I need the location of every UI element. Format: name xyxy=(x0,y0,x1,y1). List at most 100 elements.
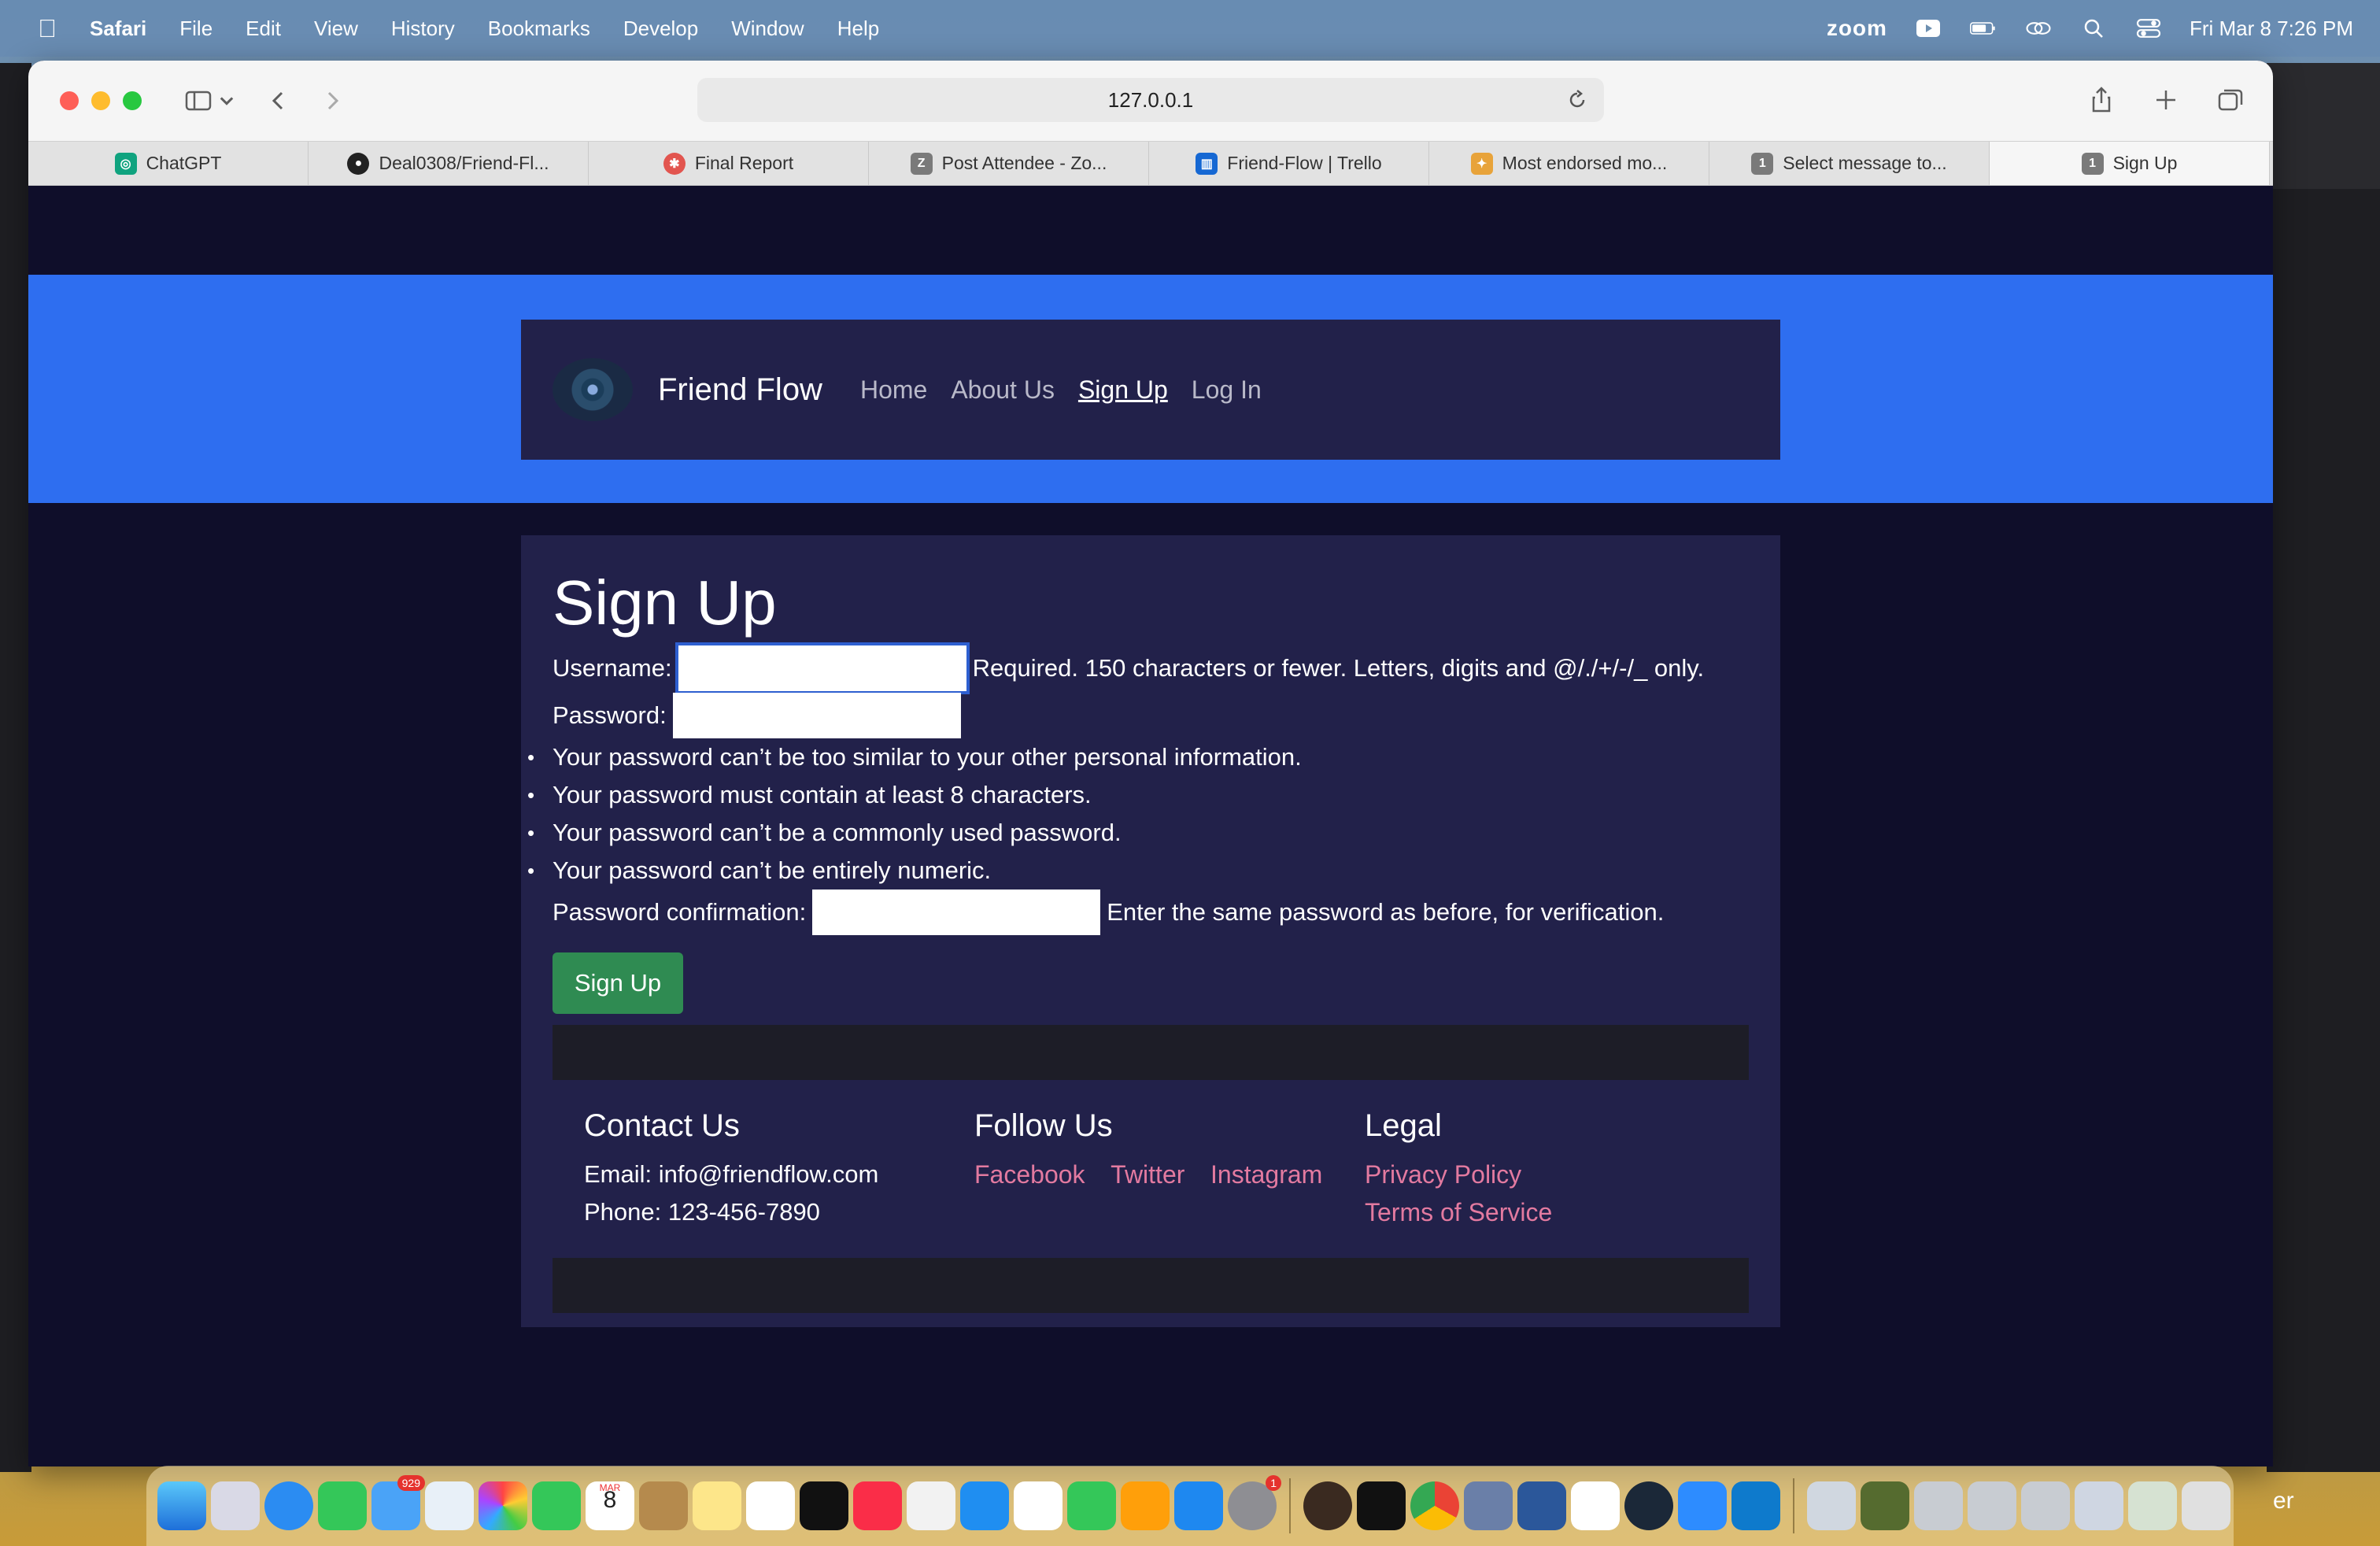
facetime-icon[interactable] xyxy=(532,1481,581,1530)
facebook-link[interactable]: Facebook xyxy=(974,1160,1085,1189)
password-rules-list: Your password can’t be too similar to yo… xyxy=(552,738,1302,890)
nav-sign-up[interactable]: Sign Up xyxy=(1078,375,1168,405)
zoom-app-icon[interactable] xyxy=(1678,1481,1727,1530)
back-icon[interactable] xyxy=(260,82,298,120)
minimize-window-button[interactable] xyxy=(91,91,110,110)
terms-of-service-link[interactable]: Terms of Service xyxy=(1365,1193,1755,1231)
maps-icon[interactable] xyxy=(425,1481,474,1530)
instagram-link[interactable]: Instagram xyxy=(1210,1160,1322,1189)
nav-home[interactable]: Home xyxy=(860,375,927,405)
privacy-policy-link[interactable]: Privacy Policy xyxy=(1365,1156,1755,1193)
preview-icon[interactable] xyxy=(1464,1481,1513,1530)
play-icon[interactable] xyxy=(1571,1481,1620,1530)
apple-tv-icon[interactable] xyxy=(800,1481,848,1530)
github-icon: ● xyxy=(347,152,370,175)
recent-item-icon[interactable] xyxy=(1914,1481,1963,1530)
screen-share-icon[interactable] xyxy=(1914,18,1942,39)
control-center-icon[interactable] xyxy=(2134,18,2163,39)
tab-zoom-attendee[interactable]: Z Post Attendee - Zo... xyxy=(869,142,1149,185)
zoom-status[interactable]: zoom xyxy=(1827,16,1887,41)
tab-select-message[interactable]: 1 Select message to... xyxy=(1709,142,1990,185)
launchpad-icon[interactable] xyxy=(211,1481,260,1530)
share-icon[interactable] xyxy=(2082,81,2120,119)
finder-icon[interactable] xyxy=(157,1481,206,1530)
footer-contact-title: Contact Us xyxy=(584,1108,740,1143)
mail-icon[interactable]: 929 xyxy=(371,1475,425,1530)
freeform-icon[interactable] xyxy=(746,1481,795,1530)
sidebar-toggle-icon[interactable] xyxy=(179,82,217,120)
confirm-help: Enter the same password as before, for v… xyxy=(1107,898,1665,926)
menu-edit[interactable]: Edit xyxy=(246,17,281,41)
safari-icon[interactable] xyxy=(264,1481,313,1530)
chrome-icon[interactable] xyxy=(1410,1481,1459,1530)
nav-log-in[interactable]: Log In xyxy=(1192,375,1262,405)
word-icon[interactable] xyxy=(1517,1481,1566,1530)
tab-most-endorsed[interactable]: ✦ Most endorsed mo... xyxy=(1429,142,1709,185)
username-input[interactable] xyxy=(674,642,970,694)
footer-legal-title: Legal xyxy=(1365,1108,1442,1143)
pages-icon[interactable] xyxy=(1121,1481,1170,1530)
news-icon[interactable] xyxy=(907,1481,955,1530)
menu-file[interactable]: File xyxy=(179,17,213,41)
nav-about-us[interactable]: About Us xyxy=(951,375,1055,405)
safari-window: 127.0.0.1 ◎ ChatGPT ● Deal0308/Friend-Fl… xyxy=(28,61,2273,1466)
tab-overview-icon[interactable] xyxy=(2212,81,2249,119)
recent-item-icon[interactable] xyxy=(1968,1481,2016,1530)
tab-trello[interactable]: ▥ Friend-Flow | Trello xyxy=(1149,142,1429,185)
downloads-stack-icon[interactable] xyxy=(1807,1481,1856,1530)
footer-top-strip xyxy=(552,1025,1749,1080)
menu-window[interactable]: Window xyxy=(731,17,804,41)
address-bar[interactable]: 127.0.0.1 xyxy=(697,78,1604,122)
close-window-button[interactable] xyxy=(60,91,79,110)
menu-view[interactable]: View xyxy=(314,17,358,41)
trash-icon[interactable] xyxy=(2182,1481,2230,1530)
steam-icon[interactable] xyxy=(1624,1481,1673,1530)
tab-sign-up[interactable]: 1 Sign Up xyxy=(1990,142,2270,185)
vscode-icon[interactable] xyxy=(1731,1481,1780,1530)
password-input[interactable] xyxy=(672,693,961,738)
app-store-icon[interactable] xyxy=(1174,1481,1223,1530)
menu-history[interactable]: History xyxy=(391,17,455,41)
footer-bottom-strip xyxy=(552,1258,1749,1313)
recent-item-icon[interactable] xyxy=(2128,1481,2177,1530)
menu-clock[interactable]: Fri Mar 8 7:26 PM xyxy=(2190,17,2353,41)
twitter-link[interactable]: Twitter xyxy=(1111,1160,1184,1189)
forward-icon[interactable] xyxy=(313,82,351,120)
reminders-icon[interactable] xyxy=(1014,1481,1062,1530)
contacts-icon[interactable] xyxy=(639,1481,688,1530)
tab-final-report[interactable]: ✱ Final Report xyxy=(589,142,869,185)
reload-icon[interactable] xyxy=(1565,87,1590,113)
tab-chatgpt[interactable]: ◎ ChatGPT xyxy=(28,142,309,185)
compass-app-icon[interactable] xyxy=(1303,1481,1352,1530)
menu-help[interactable]: Help xyxy=(837,17,879,41)
new-tab-icon[interactable] xyxy=(2147,81,2185,119)
search-icon[interactable] xyxy=(2079,18,2108,39)
tab-github[interactable]: ● Deal0308/Friend-Fl... xyxy=(309,142,589,185)
tab-label: Final Report xyxy=(694,153,794,173)
recent-item-icon[interactable] xyxy=(1861,1481,1909,1530)
sign-up-button[interactable]: Sign Up xyxy=(552,952,683,1014)
system-settings-icon[interactable]: 1 xyxy=(1228,1475,1281,1530)
friend-flow-logo-icon[interactable] xyxy=(552,358,633,421)
fullscreen-window-button[interactable] xyxy=(123,91,142,110)
battery-icon[interactable] xyxy=(1969,18,1998,39)
keynote-icon[interactable] xyxy=(960,1481,1009,1530)
link-icon[interactable] xyxy=(2024,18,2053,39)
menu-develop[interactable]: Develop xyxy=(623,17,698,41)
password-confirm-input[interactable] xyxy=(812,890,1101,935)
chevron-down-icon[interactable] xyxy=(217,82,236,120)
settings-badge: 1 xyxy=(1266,1475,1281,1491)
photos-icon[interactable] xyxy=(479,1481,527,1530)
messages-icon[interactable] xyxy=(318,1481,367,1530)
terminal-icon[interactable] xyxy=(1357,1481,1406,1530)
music-icon[interactable] xyxy=(853,1481,902,1530)
apple-menu-icon[interactable]:  xyxy=(31,14,63,43)
notes-icon[interactable] xyxy=(693,1481,741,1530)
calendar-icon[interactable]: MAR 8 xyxy=(586,1481,634,1530)
site-brand[interactable]: Friend Flow xyxy=(658,372,822,408)
menu-app-name[interactable]: Safari xyxy=(90,17,146,41)
recent-item-icon[interactable] xyxy=(2075,1481,2123,1530)
numbers-icon[interactable] xyxy=(1067,1481,1116,1530)
menu-bookmarks[interactable]: Bookmarks xyxy=(488,17,590,41)
recent-item-icon[interactable] xyxy=(2021,1481,2070,1530)
